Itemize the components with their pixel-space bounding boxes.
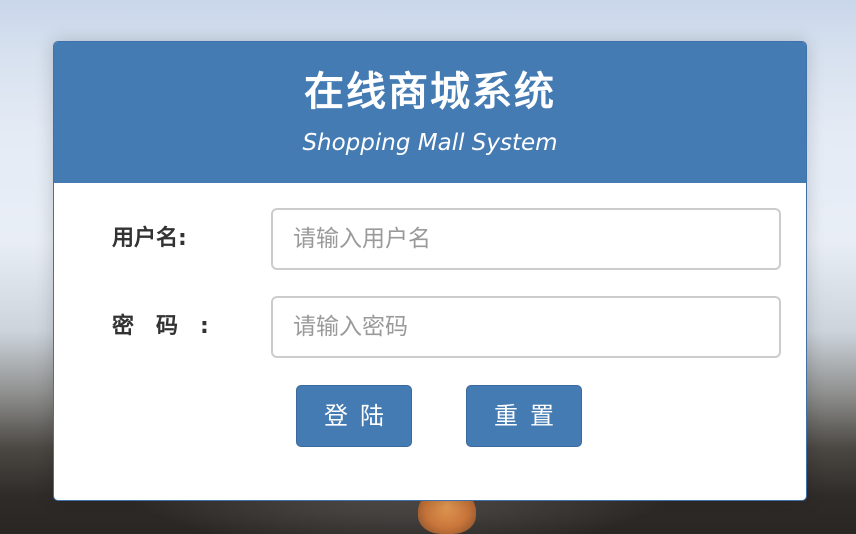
login-panel: 在线商城系统 Shopping Mall System 用户名: 密码: 登陆 … [53,41,807,501]
login-button[interactable]: 登陆 [296,385,412,447]
login-header: 在线商城系统 Shopping Mall System [54,42,806,183]
password-label-text: 密码 [112,314,201,339]
password-input[interactable] [271,296,781,358]
page-title: 在线商城系统 [304,69,556,115]
reset-button[interactable]: 重置 [466,385,582,447]
page-subtitle: Shopping Mall System [302,130,558,156]
password-row: 密码: [54,296,806,358]
username-label: 用户名: [112,226,187,251]
password-label: 密码: [112,311,209,343]
username-row: 用户名: [54,208,806,270]
username-input[interactable] [271,208,781,270]
password-label-colon: : [200,314,209,339]
